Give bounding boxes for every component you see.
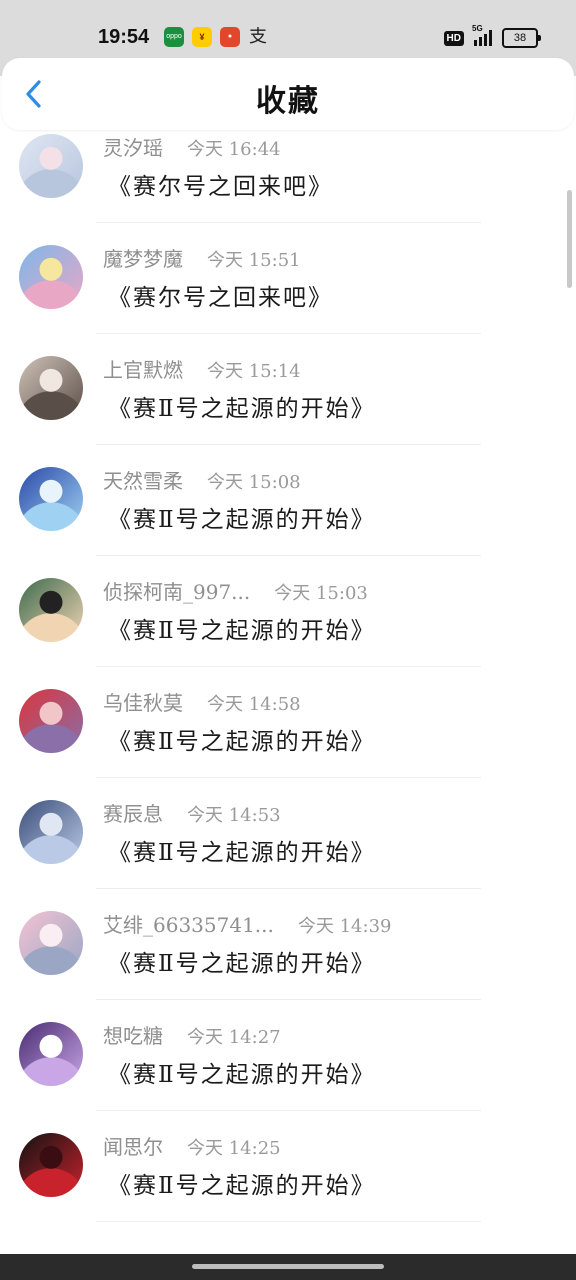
red-app-icon: ● [220,27,240,47]
post-title[interactable]: 《赛尔号之回来吧》 [108,167,333,201]
post-title[interactable]: 《赛Ⅱ号之起源的开始》 [108,722,376,756]
author-name[interactable]: 天然雪柔 [103,465,183,494]
post-title[interactable]: 《赛Ⅱ号之起源的开始》 [108,611,376,645]
item-meta: 灵汐瑶 今天 16:44 [103,132,281,160]
avatar[interactable] [19,245,83,309]
list-item[interactable]: 乌佳秋莫 今天 14:58 《赛Ⅱ号之起源的开始》 [0,685,576,796]
list-item[interactable]: 艾绯_66335741... 今天 14:39 《赛Ⅱ号之起源的开始》 [0,907,576,1018]
author-name[interactable]: 乌佳秋莫 [103,687,183,716]
avatar[interactable] [19,134,83,198]
timestamp: 今天 15:14 [207,361,301,382]
item-meta: 天然雪柔 今天 15:08 [103,465,301,493]
avatar[interactable] [19,578,83,642]
item-meta: 想吃糖 今天 14:27 [103,1020,281,1048]
avatar[interactable] [19,1022,83,1086]
author-name[interactable]: 上官默燃 [103,354,183,383]
author-name[interactable]: 赛辰息 [103,798,163,827]
timestamp: 今天 14:39 [297,916,392,937]
item-meta: 侦探柯南_997... 今天 15:03 [103,576,368,604]
avatar[interactable] [19,800,83,864]
divider [96,666,481,667]
status-app-icons: oppo ¥ ● 支 [164,27,268,47]
timestamp: 今天 16:44 [187,139,281,160]
list-item[interactable]: 魔梦梦魔 今天 15:51 《赛尔号之回来吧》 [0,241,576,352]
divider [96,555,481,556]
item-meta: 魔梦梦魔 今天 15:51 [103,243,301,271]
pay-app-icon: ¥ [192,27,212,47]
list-item[interactable]: 上官默燃 今天 15:14 《赛Ⅱ号之起源的开始》 [0,352,576,463]
item-meta: 乌佳秋莫 今天 14:58 [103,687,301,715]
divider [96,222,481,223]
avatar[interactable] [19,689,83,753]
screen: 19:54 oppo ¥ ● 支 HD 5G 38 收藏 灵汐瑶 今天 16:4… [0,0,576,1280]
item-meta: 上官默燃 今天 15:14 [103,354,301,382]
post-title[interactable]: 《赛Ⅱ号之起源的开始》 [108,500,376,534]
list-item[interactable]: 赛辰息 今天 14:53 《赛Ⅱ号之起源的开始》 [0,796,576,907]
item-meta: 赛辰息 今天 14:53 [103,798,281,826]
list-item[interactable]: 侦探柯南_997... 今天 15:03 《赛Ⅱ号之起源的开始》 [0,574,576,685]
author-name[interactable]: 艾绯_66335741... [103,909,274,938]
divider [96,888,481,889]
divider [96,1110,481,1111]
timestamp: 今天 15:03 [274,583,368,604]
battery-icon: 38 [502,28,541,48]
list-item[interactable]: 天然雪柔 今天 15:08 《赛Ⅱ号之起源的开始》 [0,463,576,574]
list-item[interactable]: 闻思尔 今天 14:25 《赛Ⅱ号之起源的开始》 [0,1129,576,1240]
author-name[interactable]: 闻思尔 [103,1131,163,1160]
item-meta: 艾绯_66335741... 今天 14:39 [103,909,391,937]
oppo-app-icon: oppo [164,27,184,47]
home-indicator[interactable] [192,1264,384,1269]
avatar[interactable] [19,911,83,975]
divider [96,777,481,778]
header: 收藏 [2,58,574,130]
divider [96,333,481,334]
author-name[interactable]: 侦探柯南_997... [103,576,250,605]
post-title[interactable]: 《赛尔号之回来吧》 [108,278,333,312]
avatar[interactable] [19,1133,83,1197]
signal-icon: 5G [472,24,492,46]
divider [96,1221,481,1222]
timestamp: 今天 14:25 [187,1138,281,1159]
timestamp: 今天 14:58 [207,694,301,715]
post-title[interactable]: 《赛Ⅱ号之起源的开始》 [108,1055,376,1089]
network-type: 5G [472,24,483,33]
item-meta: 闻思尔 今天 14:25 [103,1131,281,1159]
list-item[interactable]: 灵汐瑶 今天 16:44 《赛尔号之回来吧》 [0,130,576,241]
timestamp: 今天 14:53 [187,805,281,826]
list-item[interactable]: 想吃糖 今天 14:27 《赛Ⅱ号之起源的开始》 [0,1018,576,1129]
post-title[interactable]: 《赛Ⅱ号之起源的开始》 [108,389,376,423]
post-title[interactable]: 《赛Ⅱ号之起源的开始》 [108,1166,376,1200]
avatar[interactable] [19,467,83,531]
divider [96,444,481,445]
navigation-bar [0,1254,576,1280]
page-title: 收藏 [256,84,320,119]
author-name[interactable]: 想吃糖 [103,1020,163,1049]
timestamp: 今天 14:27 [187,1027,281,1048]
author-name[interactable]: 魔梦梦魔 [103,243,183,272]
timestamp: 今天 15:08 [207,472,301,493]
status-indicators: HD 5G 38 [443,24,541,48]
author-name[interactable]: 灵汐瑶 [103,132,163,161]
post-title[interactable]: 《赛Ⅱ号之起源的开始》 [108,944,376,978]
scrollbar[interactable] [567,190,572,288]
timestamp: 今天 15:51 [207,250,301,271]
divider [96,999,481,1000]
zhi-app-icon: 支 [249,27,267,47]
favorites-list: 灵汐瑶 今天 16:44 《赛尔号之回来吧》 魔梦梦魔 今天 15:51 《赛尔号之回来吧… [0,130,576,1240]
hd-icon: HD [443,30,464,46]
status-time: 19:54 [98,26,150,48]
avatar[interactable] [19,356,83,420]
post-title[interactable]: 《赛Ⅱ号之起源的开始》 [108,833,376,867]
